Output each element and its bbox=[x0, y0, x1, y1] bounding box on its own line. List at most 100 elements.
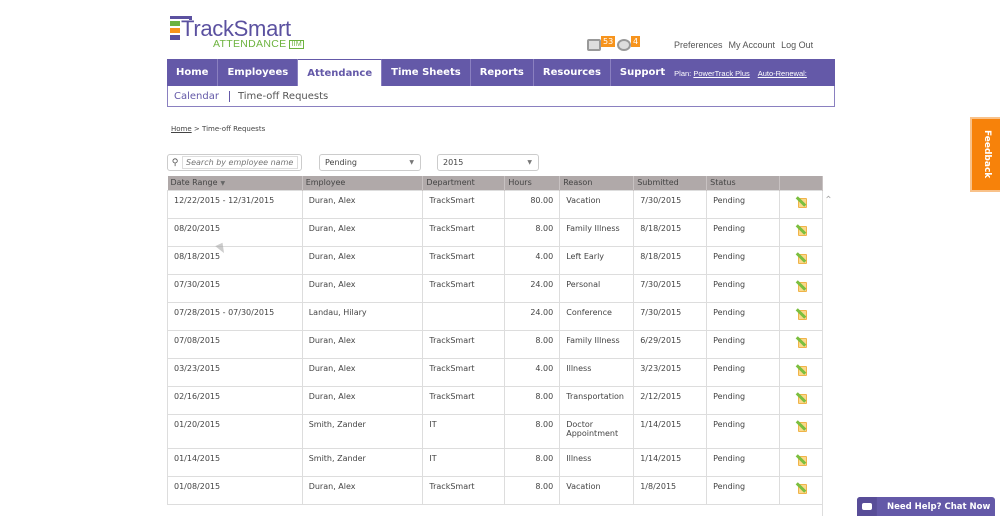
top-links: Preferences My Account Log Out bbox=[674, 40, 813, 50]
table-row[interactable]: 08/20/2015 Duran, Alex TrackSmart 8.00 Famil… bbox=[167, 217, 823, 247]
tab-employees[interactable]: Employees bbox=[218, 59, 299, 86]
edit-request-icon[interactable] bbox=[795, 307, 808, 320]
tab-time-sheets[interactable]: Time Sheets bbox=[382, 59, 471, 86]
column-header-hours[interactable]: Hours bbox=[504, 176, 561, 190]
calendar-count-badge: 53 bbox=[601, 36, 616, 47]
cell-employee: Duran, Alex bbox=[301, 475, 424, 505]
tab-resources[interactable]: Resources bbox=[534, 59, 611, 86]
cell-hours: 4.00 bbox=[504, 357, 561, 387]
log-out-link[interactable]: Log Out bbox=[781, 40, 813, 50]
edit-request-icon[interactable] bbox=[795, 363, 808, 376]
chat-bubble-icon bbox=[857, 497, 877, 516]
plan-link[interactable]: PowerTrack Plus bbox=[693, 69, 749, 78]
cell-reason: Vacation bbox=[559, 475, 635, 505]
table-row[interactable]: 02/16/2015 Duran, Alex TrackSmart 8.00 Trans… bbox=[167, 385, 823, 415]
edit-request-icon[interactable] bbox=[795, 335, 808, 348]
column-header-label: Department bbox=[426, 178, 475, 188]
tab-home[interactable]: Home bbox=[167, 59, 219, 86]
cell-actions bbox=[779, 329, 823, 359]
cell-actions bbox=[779, 385, 823, 415]
cell-status: Pending bbox=[706, 273, 781, 303]
edit-request-icon[interactable] bbox=[795, 481, 808, 494]
edit-request-icon[interactable] bbox=[795, 223, 808, 236]
my-account-link[interactable]: My Account bbox=[729, 40, 776, 50]
scroll-up-icon[interactable]: ⌃ bbox=[823, 195, 834, 206]
cell-date-range: 01/14/2015 bbox=[167, 447, 303, 477]
logo-bars-icon bbox=[170, 21, 180, 41]
cell-status: Pending bbox=[706, 301, 781, 331]
auto-renewal-link[interactable]: Auto-Renewal: bbox=[758, 69, 807, 78]
edit-request-icon[interactable] bbox=[795, 279, 808, 292]
cell-submitted: 3/23/2015 bbox=[633, 357, 708, 387]
edit-request-icon[interactable] bbox=[795, 419, 808, 432]
table-row[interactable]: 01/08/2015 Duran, Alex TrackSmart 8.00 Vacat… bbox=[167, 475, 823, 505]
column-header-reason[interactable]: Reason bbox=[559, 176, 635, 190]
clock-icon bbox=[617, 39, 631, 51]
cell-department: IT bbox=[422, 447, 506, 477]
status-filter-select[interactable]: Pending ▼ bbox=[319, 154, 421, 171]
cell-status: Pending bbox=[706, 245, 781, 275]
cell-submitted: 8/18/2015 bbox=[633, 245, 708, 275]
calendar-notification[interactable]: 53 bbox=[587, 36, 616, 52]
tab-reports[interactable]: Reports bbox=[471, 59, 534, 86]
table-scrollbar[interactable]: ⌃ bbox=[822, 192, 834, 516]
column-header-label: Status bbox=[710, 178, 736, 188]
column-header-status[interactable]: Status bbox=[706, 176, 781, 190]
cell-actions bbox=[779, 413, 823, 449]
cell-submitted: 7/30/2015 bbox=[633, 301, 708, 331]
column-header-submitted[interactable]: Submitted bbox=[633, 176, 708, 190]
edit-request-icon[interactable] bbox=[795, 453, 808, 466]
year-filter-select[interactable]: 2015 ▼ bbox=[437, 154, 539, 171]
table-row[interactable]: 03/23/2015 Duran, Alex TrackSmart 4.00 Illne… bbox=[167, 357, 823, 387]
cell-hours: 8.00 bbox=[504, 413, 561, 449]
cell-department: TrackSmart bbox=[422, 357, 506, 387]
cell-employee: Duran, Alex bbox=[301, 189, 424, 219]
table-row[interactable]: 12/22/2015 - 12/31/2015 Duran, Alex TrackS… bbox=[167, 189, 823, 219]
cell-reason: Illness bbox=[559, 357, 635, 387]
column-header-employee[interactable]: Employee bbox=[302, 176, 424, 190]
edit-request-icon[interactable] bbox=[795, 251, 808, 264]
table-row[interactable]: 07/30/2015 Duran, Alex TrackSmart 24.00 Pers… bbox=[167, 273, 823, 303]
cell-reason: Personal bbox=[559, 273, 635, 303]
subnav-calendar[interactable]: Calendar bbox=[174, 91, 219, 102]
breadcrumb-home-link[interactable]: Home bbox=[171, 125, 192, 133]
chat-label: Need Help? Chat Now bbox=[887, 501, 991, 512]
feedback-button[interactable]: Feedback bbox=[970, 117, 1000, 192]
tracksmart-logo[interactable]: TrackSmart ATTENDANCE IIM bbox=[170, 16, 310, 52]
cell-employee: Smith, Zander bbox=[301, 447, 424, 477]
edit-request-icon[interactable] bbox=[795, 195, 808, 208]
column-header-date-range[interactable]: Date Range ▼ bbox=[167, 176, 303, 190]
subnav-time-off-requests[interactable]: Time-off Requests bbox=[238, 91, 328, 102]
chat-now-button[interactable]: Need Help? Chat Now bbox=[857, 497, 995, 516]
cell-actions bbox=[779, 217, 823, 247]
cell-hours: 8.00 bbox=[504, 447, 561, 477]
edit-request-icon[interactable] bbox=[795, 391, 808, 404]
table-row[interactable]: 07/08/2015 Duran, Alex TrackSmart 8.00 Famil… bbox=[167, 329, 823, 359]
cell-employee: Duran, Alex bbox=[301, 329, 424, 359]
cell-submitted: 1/14/2015 bbox=[633, 413, 708, 449]
column-header-actions[interactable] bbox=[779, 176, 823, 190]
column-header-department[interactable]: Department bbox=[422, 176, 506, 190]
table-row[interactable]: 08/18/2015 Duran, Alex TrackSmart 4.00 Left … bbox=[167, 245, 823, 275]
tab-attendance[interactable]: Attendance bbox=[298, 59, 383, 86]
status-filter-value: Pending bbox=[325, 158, 357, 167]
cell-reason: Doctor Appointment bbox=[559, 413, 635, 449]
table-row[interactable]: 01/20/2015 Smith, Zander IT 8.00 Doctor Appo… bbox=[167, 413, 823, 449]
cell-actions bbox=[779, 357, 823, 387]
table-row[interactable]: 07/28/2015 - 07/30/2015 Landau, Hilary 24.… bbox=[167, 301, 823, 331]
preferences-link[interactable]: Preferences bbox=[674, 40, 723, 50]
tab-support[interactable]: Support bbox=[611, 59, 674, 86]
cell-status: Pending bbox=[706, 357, 781, 387]
sub-nav: Calendar Time-off Requests bbox=[167, 86, 835, 107]
cell-status: Pending bbox=[706, 385, 781, 415]
cell-reason: Left Early bbox=[559, 245, 635, 275]
table-row[interactable]: 01/14/2015 Smith, Zander IT 8.00 Illness 1/14… bbox=[167, 447, 823, 477]
column-header-label: Reason bbox=[563, 178, 593, 188]
cell-date-range: 07/08/2015 bbox=[167, 329, 303, 359]
clock-notification[interactable]: 4 bbox=[617, 36, 641, 52]
cell-hours: 8.00 bbox=[504, 329, 561, 359]
plan-label: Plan: bbox=[674, 69, 692, 78]
cell-status: Pending bbox=[706, 329, 781, 359]
cell-employee: Duran, Alex bbox=[301, 273, 424, 303]
search-input[interactable] bbox=[182, 156, 298, 169]
